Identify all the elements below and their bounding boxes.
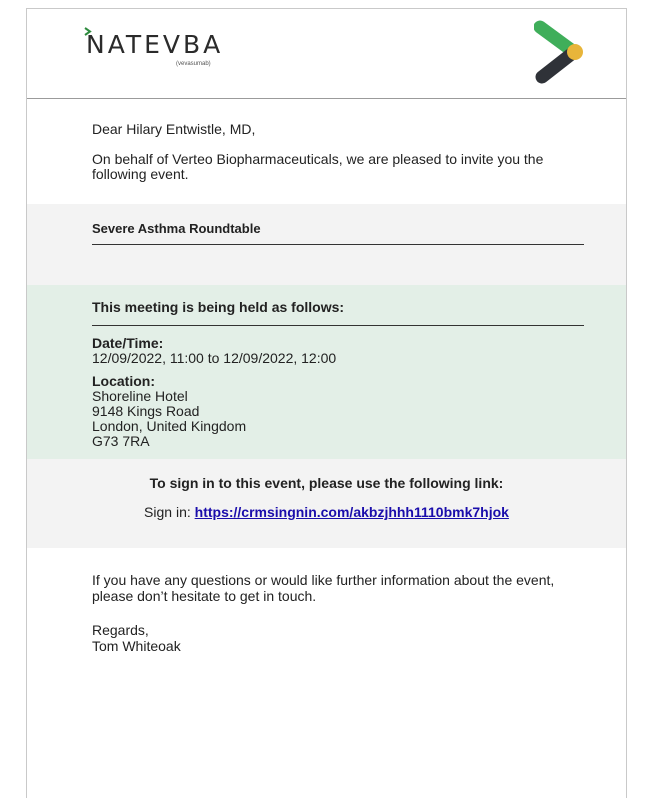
event-title-section: Severe Asthma Roundtable <box>27 204 626 259</box>
date-label: Date/Time: <box>92 335 164 351</box>
signin-prefix: Sign in: <box>144 504 191 520</box>
signin-section: To sign in to this event, please use the… <box>27 459 626 548</box>
location-line: 9148 Kings Road <box>92 403 200 419</box>
event-title: Severe Asthma Roundtable <box>92 221 584 245</box>
brand-chevron-icon <box>84 27 92 36</box>
signin-link[interactable]: https://crmsingnin.com/akbzjhhh1110bmk7h… <box>195 504 509 520</box>
location-line: Shoreline Hotel <box>92 388 188 404</box>
brand-name: NATEVBA <box>86 30 224 59</box>
email-header: NATEVBA (vevasumab) <box>27 9 626 99</box>
signin-line: Sign in: https://crmsingnin.com/akbzjhhh… <box>27 491 626 520</box>
closing-text: If you have any questions or would like … <box>92 572 555 604</box>
signature-name: Tom Whiteoak <box>92 638 181 654</box>
closing-section: If you have any questions or would like … <box>27 548 626 654</box>
chevron-logo-icon <box>534 20 583 84</box>
location-label: Location: <box>92 373 155 389</box>
location-line: G73 7RA <box>92 433 150 449</box>
regards-text: Regards, <box>92 622 149 638</box>
email-frame: NATEVBA (vevasumab) Dear Hilary Entwistl… <box>26 8 627 798</box>
signin-heading: To sign in to this event, please use the… <box>149 475 504 491</box>
brand-logo: NATEVBA (vevasumab) <box>84 27 224 67</box>
date-value: 12/09/2022, 11:00 to 12/09/2022, 12:00 <box>92 350 337 366</box>
spacer <box>27 259 626 285</box>
brand-subtitle: (vevasumab) <box>176 61 211 67</box>
meeting-details-section: This meeting is being held as follows: D… <box>27 285 626 459</box>
meeting-heading: This meeting is being held as follows: <box>92 299 584 326</box>
greeting-section: Dear Hilary Entwistle, MD, On behalf of … <box>27 99 626 204</box>
intro-text: On behalf of Verteo Biopharmaceuticals, … <box>92 151 544 182</box>
location-line: London, United Kingdom <box>92 418 247 434</box>
greeting-text: Dear Hilary Entwistle, MD, <box>92 121 256 137</box>
